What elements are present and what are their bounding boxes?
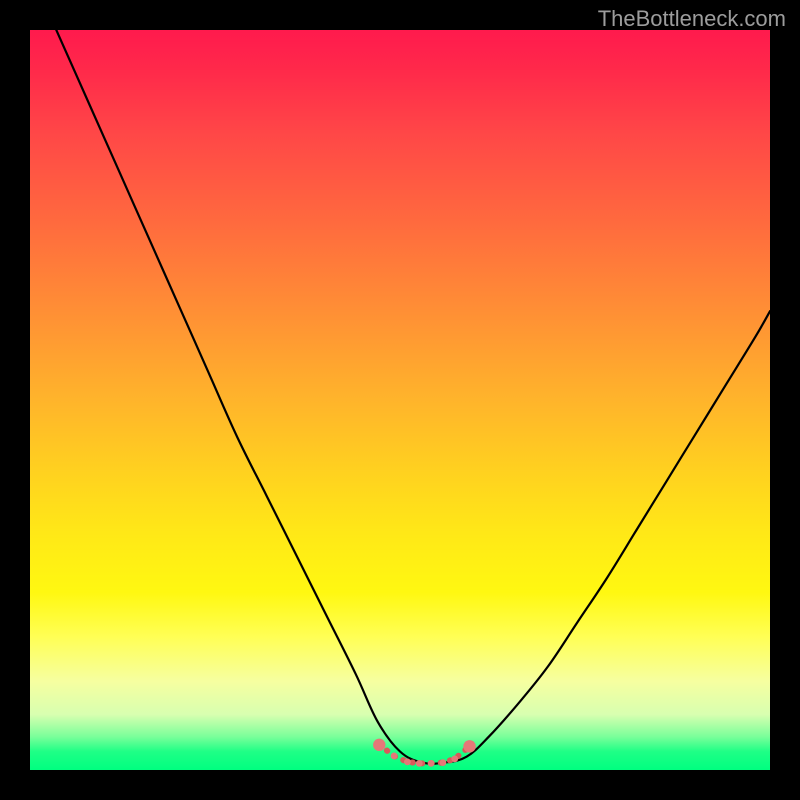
chart-stage: TheBottleneck.com	[0, 0, 800, 800]
highlight-dot	[373, 739, 385, 751]
bottleneck-curve-path	[30, 30, 770, 764]
highlight-dot	[404, 758, 411, 765]
plot-area	[30, 30, 770, 770]
highlight-dot	[391, 753, 398, 760]
highlight-dot	[463, 740, 475, 752]
watermark-text: TheBottleneck.com	[598, 6, 786, 32]
curve-layer	[30, 30, 770, 770]
highlight-dot	[416, 760, 423, 767]
highlight-dot	[440, 759, 447, 766]
highlight-dot	[428, 760, 435, 767]
highlight-dot	[451, 756, 458, 763]
highlight-markers	[373, 739, 476, 767]
